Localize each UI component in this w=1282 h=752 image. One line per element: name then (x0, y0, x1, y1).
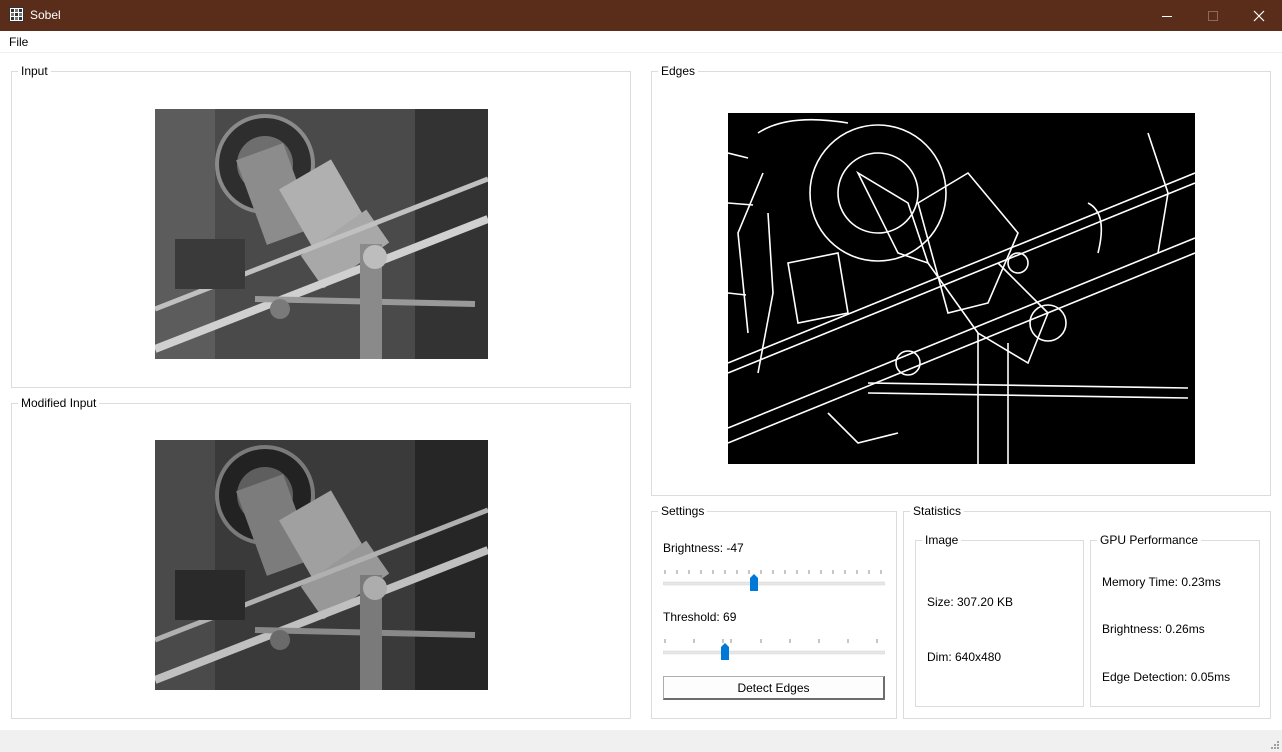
close-button[interactable] (1236, 0, 1282, 31)
input-panel: Input (11, 64, 631, 388)
app-icon (9, 7, 24, 22)
input-panel-title: Input (18, 64, 51, 78)
image-dim-text: Dim: 640x480 (927, 650, 1002, 664)
edges-panel-title: Edges (658, 64, 699, 78)
input-image (155, 109, 488, 359)
threshold-slider-thumb (721, 643, 729, 660)
modified-input-panel-title: Modified Input (18, 396, 100, 410)
edges-image (728, 113, 1195, 464)
image-stats-title: Image (922, 533, 962, 547)
menu-bar: File (0, 31, 1282, 53)
menu-file[interactable]: File (9, 35, 28, 49)
gpu-performance-title: GPU Performance (1097, 533, 1202, 547)
maximize-button[interactable] (1190, 0, 1236, 31)
statistics-panel: Statistics Image Size: 307.20 KB Dim: 64… (903, 504, 1271, 719)
status-bar (0, 730, 1282, 752)
minimize-icon (1162, 15, 1172, 17)
brightness-slider[interactable] (663, 567, 885, 591)
settings-panel: Settings Brightness: -47 Threshold: 69 D… (651, 504, 897, 719)
maximize-icon (1208, 10, 1218, 21)
edge-detection-time-text: Edge Detection: 0.05ms (1102, 670, 1231, 684)
statistics-panel-title: Statistics (910, 504, 965, 518)
brightness-slider-thumb (750, 574, 758, 591)
image-size-text: Size: 307.20 KB (927, 595, 1014, 609)
detect-edges-button[interactable]: Detect Edges (663, 676, 885, 700)
edges-panel: Edges (651, 64, 1271, 496)
threshold-label: Threshold: 69 (663, 610, 737, 624)
window-title: Sobel (30, 8, 61, 22)
memory-time-text: Memory Time: 0.23ms (1102, 575, 1221, 589)
image-stats-panel: Image Size: 307.20 KB Dim: 640x480 (915, 533, 1084, 707)
settings-panel-title: Settings (658, 504, 708, 518)
close-icon (1253, 10, 1265, 21)
brightness-label: Brightness: -47 (663, 541, 744, 555)
modified-input-image (155, 440, 488, 690)
gpu-performance-panel: GPU Performance Memory Time: 0.23ms Brig… (1090, 533, 1260, 707)
title-bar[interactable]: Sobel (0, 0, 1282, 31)
brightness-time-text: Brightness: 0.26ms (1102, 622, 1205, 636)
minimize-button[interactable] (1144, 0, 1190, 31)
modified-input-panel: Modified Input (11, 396, 631, 719)
threshold-slider[interactable] (663, 636, 885, 660)
resize-grip-icon[interactable] (1269, 739, 1279, 749)
